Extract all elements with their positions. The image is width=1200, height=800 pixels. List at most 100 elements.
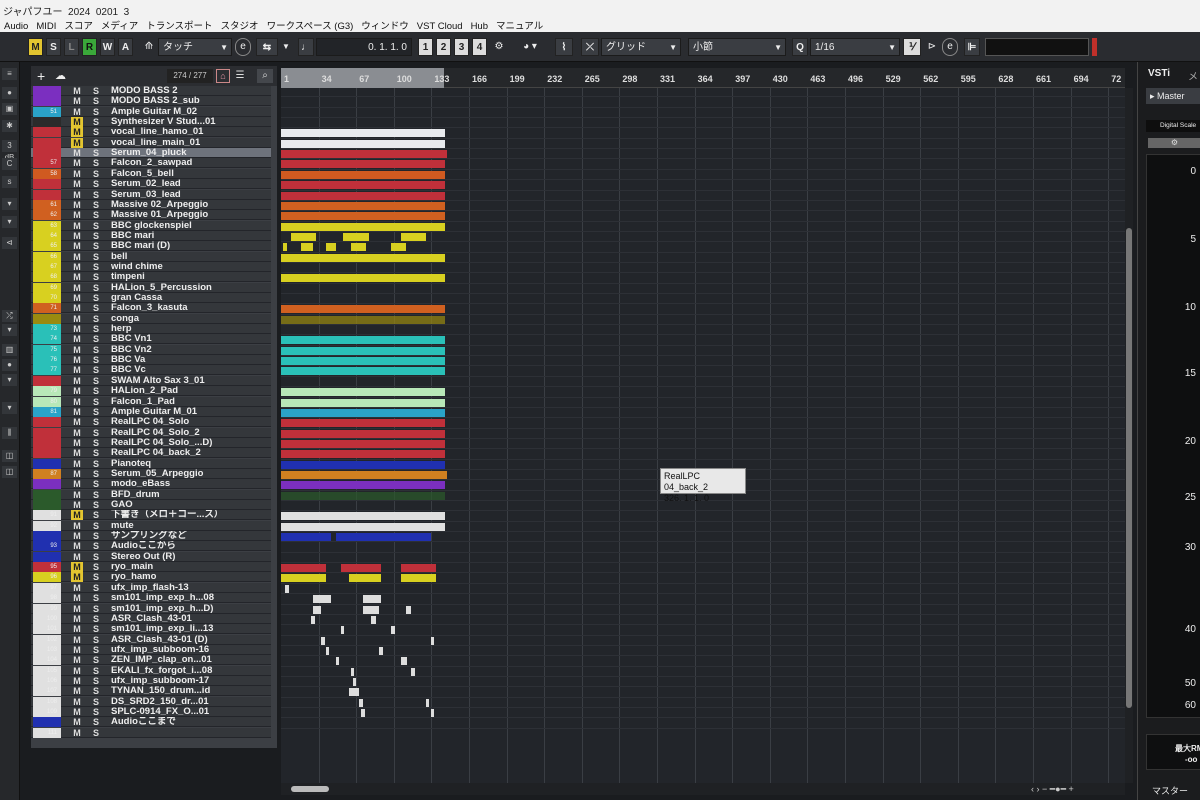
solo-button[interactable]: S xyxy=(90,179,102,189)
mute-button[interactable]: M xyxy=(71,303,83,313)
quantize-select[interactable]: 1/16 ▼ xyxy=(810,38,900,56)
add-track-icon[interactable]: + xyxy=(37,69,51,83)
track-row[interactable]: 68 M Stimpeni xyxy=(31,272,271,283)
event-part[interactable] xyxy=(281,170,445,179)
solo-button[interactable]: S xyxy=(90,428,102,438)
read-mode-button[interactable]: R xyxy=(82,38,97,56)
event-part[interactable] xyxy=(281,429,445,438)
track-row[interactable]: M S Serum_02_lead xyxy=(31,179,271,190)
solo-button[interactable]: S xyxy=(90,324,102,334)
track-row[interactable]: 91 M S 下書き（メロ＋コー...ス） xyxy=(31,510,271,521)
mute-button[interactable]: M xyxy=(71,334,83,344)
mute-button[interactable]: M xyxy=(71,293,83,303)
solo-button[interactable]: S xyxy=(90,169,102,179)
mute-button[interactable]: M xyxy=(71,655,83,665)
solo-button[interactable]: S xyxy=(90,386,102,396)
solo-button[interactable]: S xyxy=(90,86,102,96)
event-part[interactable] xyxy=(281,222,445,231)
mute-button[interactable]: M xyxy=(71,697,83,707)
tab-other[interactable]: メ xyxy=(1188,68,1198,83)
horizontal-scroll-thumb[interactable] xyxy=(291,786,329,792)
chevron-down-icon[interactable]: ▾ xyxy=(2,198,17,210)
align-icon[interactable]: ⊫ xyxy=(964,38,980,56)
menu-icon[interactable]: ≡ xyxy=(2,68,17,80)
mute-button[interactable]: M xyxy=(71,428,83,438)
event-part[interactable] xyxy=(426,698,429,707)
event-part[interactable] xyxy=(353,677,356,686)
event-part[interactable] xyxy=(281,305,445,314)
event-part[interactable] xyxy=(401,657,407,666)
track-row[interactable]: 62 M S Massive 01_Arpeggio xyxy=(31,210,271,221)
event-part[interactable] xyxy=(281,460,445,469)
track-row[interactable]: 109 M S SPLC-0914_FX_O...01 xyxy=(31,707,271,717)
event-part[interactable] xyxy=(281,522,445,531)
event-part[interactable] xyxy=(401,564,436,573)
grid-type-select[interactable]: 小節 ▼ xyxy=(688,38,786,56)
menu-item-6[interactable]: ワークスペース (G3) xyxy=(263,16,358,32)
automation-mode-select[interactable]: タッチ ▼ xyxy=(158,38,232,56)
event-part[interactable] xyxy=(291,232,316,241)
event-part[interactable] xyxy=(313,605,321,614)
track-row[interactable]: 71 M S Falcon_3_kasuta xyxy=(31,303,271,314)
event-part[interactable] xyxy=(379,646,383,655)
event-part[interactable] xyxy=(349,688,359,697)
chevron-down-icon[interactable]: ▾ xyxy=(2,402,17,414)
solo-button[interactable]: S xyxy=(90,562,102,572)
event-part[interactable] xyxy=(281,533,331,542)
home-icon[interactable]: ⌂ xyxy=(216,69,230,83)
track-row[interactable]: 79 M S HALion_2_Pad xyxy=(31,386,271,397)
track-row[interactable]: M S RealLPC 04_Solo_2 xyxy=(31,427,271,438)
vertical-scroll-thumb[interactable] xyxy=(1126,228,1132,708)
event-part[interactable] xyxy=(281,398,445,407)
mute-button[interactable]: M xyxy=(71,417,83,427)
track-row[interactable]: 103 M Sufx_imp_subboom-16 xyxy=(31,644,271,655)
event-part[interactable] xyxy=(321,636,325,645)
mute-button[interactable]: M xyxy=(71,148,83,158)
solo-button[interactable]: S xyxy=(90,365,102,375)
solo-button[interactable]: S xyxy=(90,138,102,148)
event-part[interactable] xyxy=(281,574,326,583)
solo-button[interactable]: S xyxy=(90,210,102,220)
track-row[interactable]: 97 M Sufx_imp_flash-13 xyxy=(31,582,271,593)
event-part[interactable] xyxy=(363,605,379,614)
mute-button[interactable]: M xyxy=(71,345,83,355)
solo-button[interactable]: S xyxy=(90,345,102,355)
event-part[interactable] xyxy=(401,574,436,583)
track-row[interactable]: 99 M Ssm101_imp_exp_h...D) xyxy=(31,603,271,614)
track-row[interactable]: M S Audioここまで xyxy=(31,717,271,728)
menu-item-5[interactable]: スタジオ xyxy=(217,16,263,32)
mute-button[interactable]: M xyxy=(71,521,83,531)
track-row[interactable]: 96 M Sryo_hamo xyxy=(31,572,271,583)
track-row[interactable]: 102 M S ASR_Clash_43-01 (D) xyxy=(31,634,271,645)
quantize-settings-icon[interactable]: ⊳ xyxy=(924,38,940,56)
event-part[interactable] xyxy=(371,615,376,624)
master-selector[interactable]: ▸ Master xyxy=(1146,88,1200,104)
insert-icon[interactable]: ⊲ xyxy=(2,237,17,249)
event-part[interactable] xyxy=(281,253,445,262)
snap-toggle-icon[interactable]: ⤫ xyxy=(581,38,599,56)
list-icon[interactable]: ☰ xyxy=(233,69,247,83)
chevron-down-icon[interactable]: ▾ xyxy=(2,216,17,228)
quantize-preset-3[interactable]: 3 xyxy=(454,38,469,56)
mute-button[interactable]: M xyxy=(71,624,83,634)
track-row[interactable]: 51 M S Ample Guitar M_02 xyxy=(31,106,271,117)
solo-button[interactable]: S xyxy=(90,448,102,458)
menu-item-2[interactable]: スコア xyxy=(60,16,97,32)
mute-button[interactable]: M xyxy=(71,686,83,696)
mute-button[interactable]: M xyxy=(71,593,83,603)
track-row[interactable]: 92 M Smute xyxy=(31,520,271,531)
solo-button[interactable]: S xyxy=(90,190,102,200)
chevron-down-icon[interactable]: ▾ xyxy=(2,374,17,386)
mute-button[interactable]: M xyxy=(71,510,83,521)
track-row[interactable]: 70 M Sgran Cassa xyxy=(31,293,271,303)
event-part[interactable] xyxy=(281,419,445,428)
mute-button[interactable]: M xyxy=(71,541,83,551)
solo-button[interactable]: S xyxy=(90,728,102,738)
solo-button[interactable]: S xyxy=(90,283,102,293)
solo-button[interactable]: S xyxy=(90,572,102,582)
track-row[interactable]: 57 M S Falcon_2_sawpad xyxy=(31,158,271,169)
cloud-icon[interactable]: ☁ xyxy=(55,69,69,83)
event-part[interactable] xyxy=(359,698,363,707)
mute-button[interactable]: M xyxy=(71,407,83,417)
event-part[interactable] xyxy=(281,160,445,169)
